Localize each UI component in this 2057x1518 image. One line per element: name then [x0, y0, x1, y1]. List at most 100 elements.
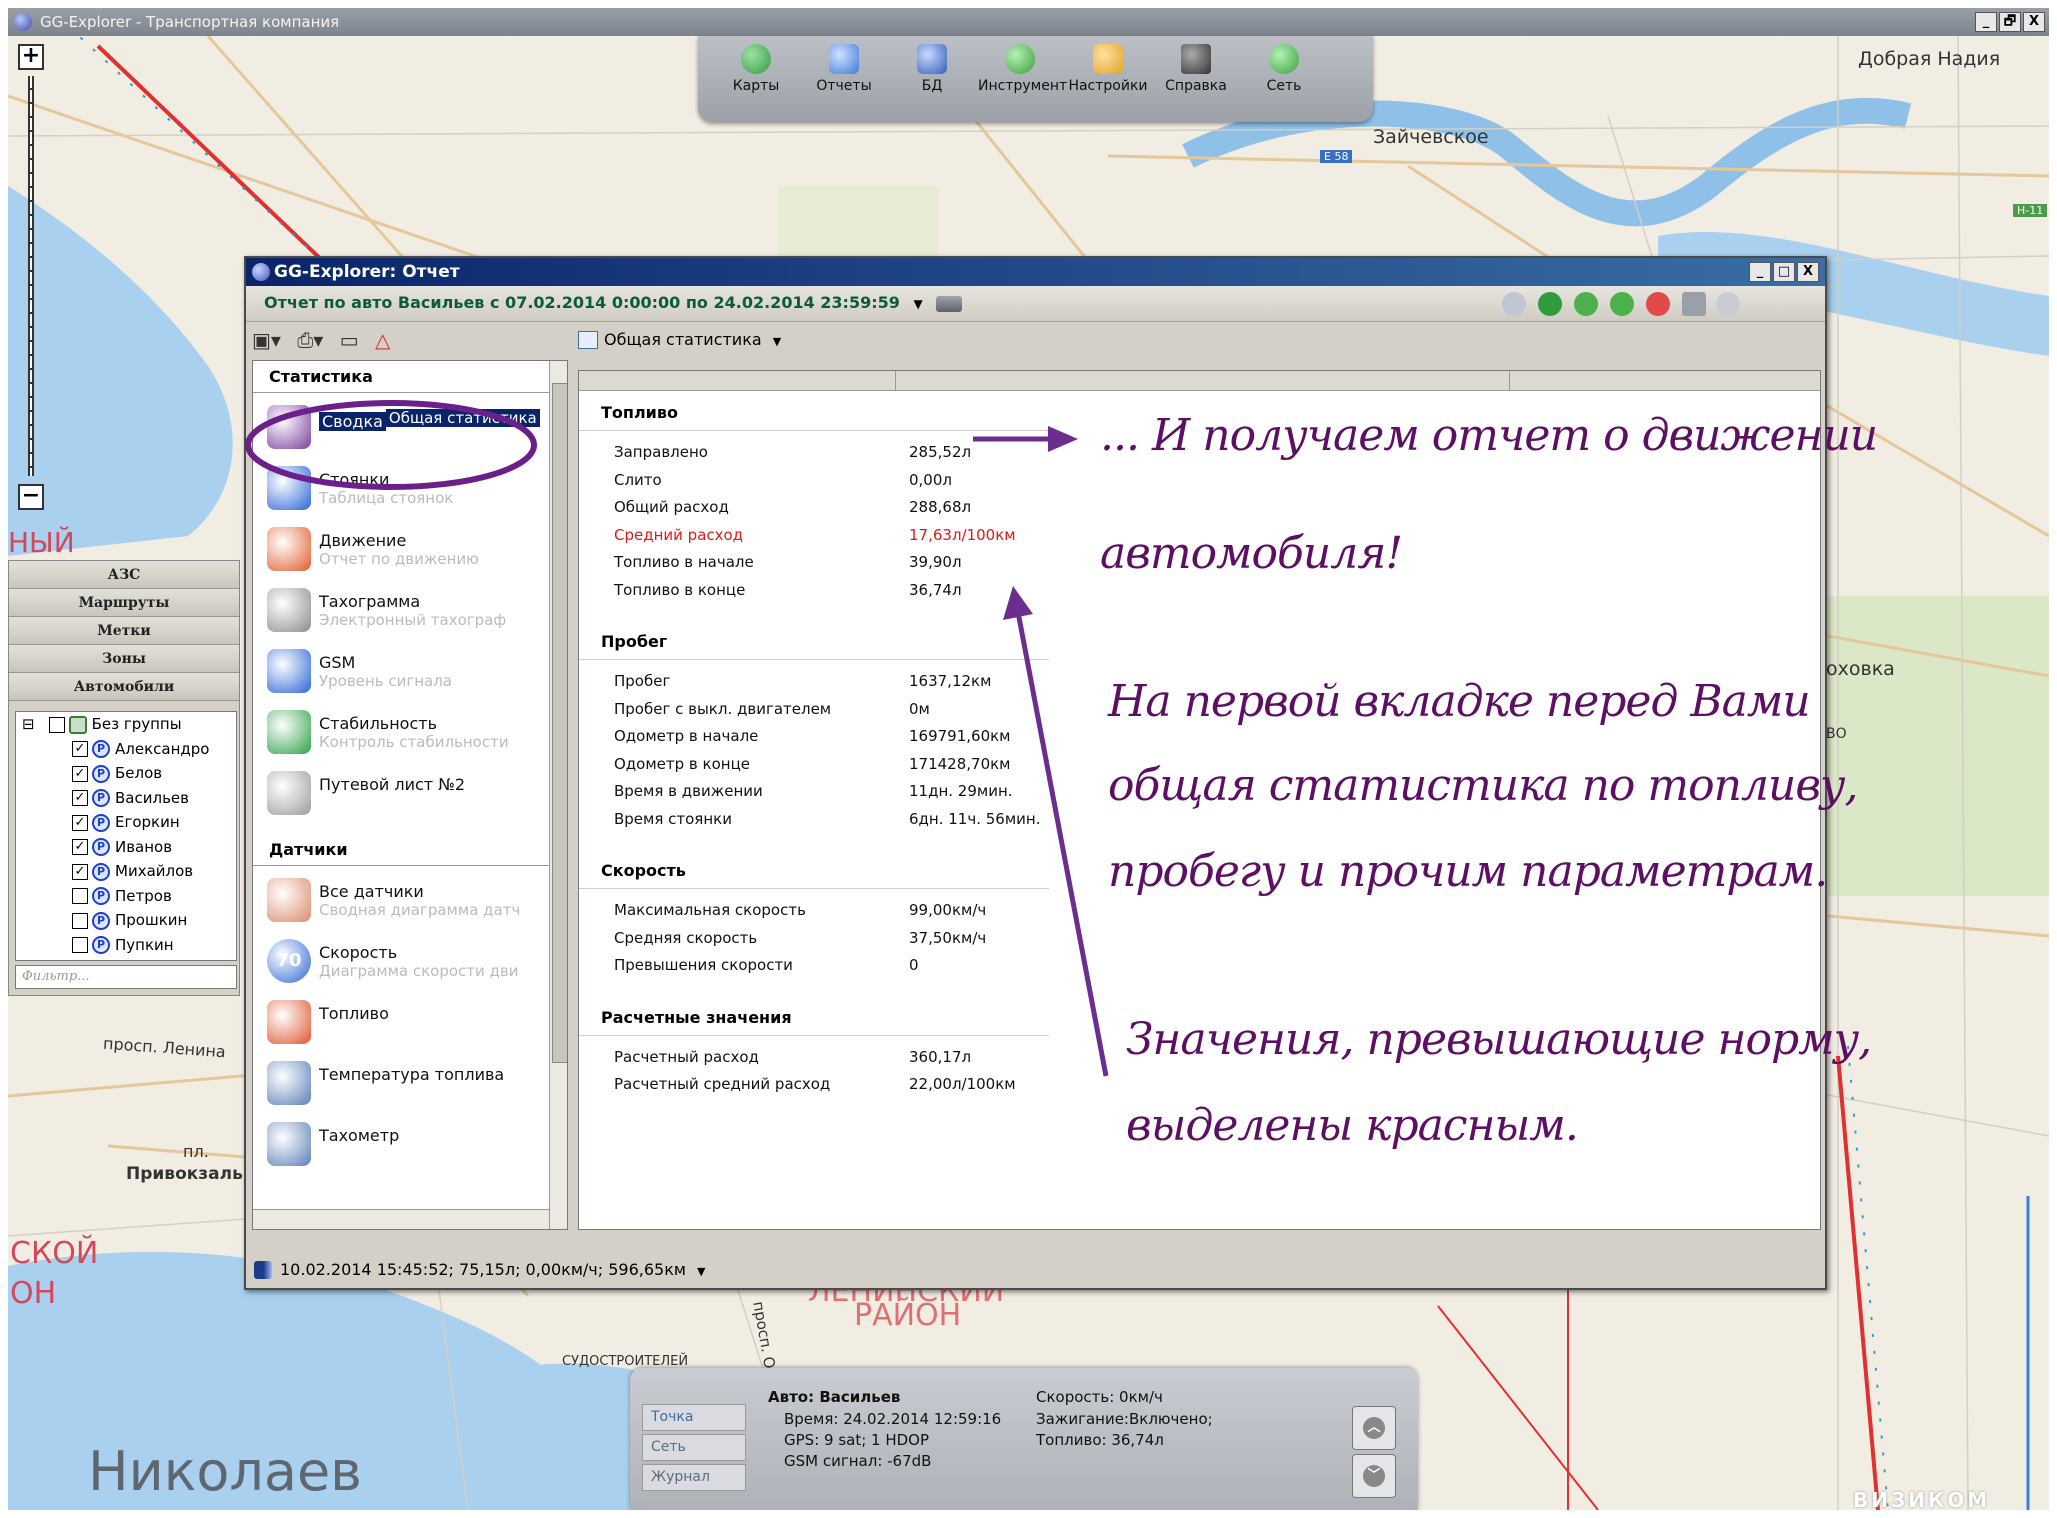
report-type-title: Движение	[319, 531, 407, 550]
status-text[interactable]: 10.02.2014 15:45:52; 75,15л; 0,00км/ч; 5…	[280, 1260, 686, 1279]
minimize-button[interactable]: _	[1975, 12, 1997, 32]
zoom-out-button[interactable]: −	[18, 484, 44, 510]
report-type-item[interactable]: Стабильность Контроль стабильности	[253, 704, 567, 765]
checkbox[interactable]	[72, 937, 88, 953]
vertical-scrollbar[interactable]	[549, 361, 567, 1229]
close-button[interactable]: X	[1797, 262, 1819, 282]
filter-input[interactable]: Фильтр...	[15, 965, 237, 989]
check-icon[interactable]	[1716, 292, 1740, 316]
toolbar-tools-button[interactable]: Инструмент	[978, 44, 1067, 94]
annotation-text-2: автомобиля!	[1100, 528, 1403, 579]
tree-item[interactable]: ✓ P Егоркин	[16, 810, 236, 835]
checkbox[interactable]	[72, 912, 88, 929]
toolbar-network-button[interactable]: Сеть	[1242, 44, 1326, 94]
stats-value: 0,00л	[909, 470, 952, 489]
minimize-button[interactable]: _	[1749, 262, 1771, 282]
toolbar-maps-button[interactable]: Карты	[714, 44, 798, 94]
checkbox[interactable]: ✓	[72, 814, 88, 831]
report-type-title: Все датчики	[319, 882, 424, 901]
checkbox[interactable]: ✓	[72, 790, 88, 806]
tree-item[interactable]: ✓ P Александро	[16, 737, 236, 762]
side-button-marks[interactable]: Метки	[9, 617, 239, 645]
toolbar-db-button[interactable]: БД	[890, 44, 974, 94]
checkbox[interactable]: ✓	[72, 839, 88, 855]
tree-item[interactable]: ✓ P Иванов	[16, 835, 236, 860]
report-type-subtitle: Общая статистика	[385, 409, 540, 427]
report-type-subtitle: Отчет по движению	[319, 550, 479, 568]
scroll-up-button[interactable]: ︿	[1352, 1406, 1396, 1450]
scroll-down-button[interactable]: ﹀	[1352, 1454, 1396, 1498]
checkbox[interactable]: ✓	[72, 765, 88, 782]
toolbar-settings-button[interactable]: Настройки	[1066, 44, 1150, 94]
report-type-item[interactable]: Все датчики Сводная диаграмма датч	[253, 872, 567, 933]
tree-item[interactable]: P Пупкин	[16, 933, 236, 958]
tree-item[interactable]: ✓ P Васильев	[16, 786, 236, 811]
annotation-text-7: выделены красным.	[1126, 1100, 1579, 1151]
triangle-icon[interactable]: △	[375, 328, 390, 352]
report-tab-select[interactable]: Общая статистика ▼	[576, 326, 781, 354]
side-button-zones[interactable]: Зоны	[9, 645, 239, 673]
truck-icon[interactable]	[936, 295, 963, 312]
all-sensors-icon	[267, 878, 311, 922]
checkbox[interactable]: ✓	[72, 863, 88, 880]
checkbox[interactable]: ✓	[72, 741, 88, 757]
stats-section-title: Скорость	[579, 849, 1049, 889]
view-menu-icon[interactable]: ▣▾	[252, 328, 281, 352]
settings-grid-icon[interactable]	[1682, 292, 1706, 316]
toolbar-help-button[interactable]: Справка	[1154, 44, 1238, 94]
report-type-item[interactable]: 70 Скорость Диаграмма скорости дви	[253, 933, 567, 994]
chevron-down-icon[interactable]: ▼	[913, 297, 922, 311]
column-header	[579, 371, 1820, 391]
info-tab-network[interactable]: Сеть	[642, 1434, 746, 1461]
report-type-item[interactable]: Температура топлива	[253, 1055, 567, 1116]
report-window-title-bar[interactable]: GG-Explorer: Отчет _ □ X	[246, 258, 1825, 286]
report-type-item[interactable]: Тахометр	[253, 1116, 567, 1177]
tree-item[interactable]: ✓ P Михайлов	[16, 859, 236, 884]
report-type-item[interactable]: Тахограмма Электронный тахограф	[253, 582, 567, 643]
info-tab-log[interactable]: Журнал	[642, 1464, 746, 1491]
checkbox[interactable]	[72, 888, 88, 904]
cancel-icon[interactable]	[1646, 292, 1670, 316]
report-subtitle[interactable]: Отчет по авто Васильев с 07.02.2014 0:00…	[264, 293, 900, 312]
binoculars-icon[interactable]	[1502, 292, 1526, 316]
collapse-icon[interactable]: ⊟	[22, 715, 35, 733]
stats-value: 37,50км/ч	[909, 928, 987, 947]
restore-button[interactable]: 🗗	[1999, 12, 2021, 32]
printer-icon[interactable]: ⎙▾	[297, 328, 323, 352]
info-tab-point[interactable]: Точка	[642, 1404, 746, 1431]
stats-value: 1637,12км	[909, 672, 992, 690]
toolbar-reports-button[interactable]: Отчеты	[802, 44, 886, 94]
horizontal-scrollbar[interactable]	[253, 1209, 549, 1229]
report-type-item[interactable]: Движение Отчет по движению	[253, 521, 567, 582]
app-title-bar[interactable]: GG-Explorer - Транспортная компания _ 🗗 …	[8, 8, 2049, 36]
side-button-routes[interactable]: Маршруты	[9, 589, 239, 617]
report-type-item[interactable]: Топливо	[253, 994, 567, 1055]
checkbox[interactable]	[48, 716, 65, 733]
zoom-in-button[interactable]: +	[18, 44, 44, 70]
toolbar-label: Настройки	[1068, 78, 1148, 94]
report-type-item[interactable]: GSM Уровень сигнала	[253, 643, 567, 704]
chevron-down-icon[interactable]: ▼	[697, 1265, 705, 1278]
arrow-left-icon[interactable]	[1574, 292, 1598, 316]
stats-row: Общий расход 288,68л	[579, 498, 1820, 526]
tree-item[interactable]: ⊟ Без группы	[16, 712, 236, 737]
vehicle-icon: P	[92, 813, 110, 832]
report-type-item[interactable]: Путевой лист №2	[253, 765, 567, 826]
report-type-item[interactable]: Стоянки Таблица стоянок	[253, 460, 567, 521]
zoom-slider[interactable]	[28, 76, 34, 476]
close-button[interactable]: X	[2023, 12, 2045, 32]
side-button-cars[interactable]: Автомобили	[9, 673, 239, 701]
arrow-right-icon[interactable]	[1610, 292, 1634, 316]
tree-item[interactable]: ✓ P Белов	[16, 761, 236, 786]
page-icon[interactable]: ▭	[340, 328, 359, 352]
refresh-icon[interactable]	[1538, 292, 1562, 316]
side-button-azs[interactable]: АЗС	[9, 561, 239, 589]
group-icon	[68, 715, 87, 734]
report-type-item[interactable]: Сводка Общая статистика	[253, 399, 567, 460]
chevron-down-icon: ﹀	[1363, 1465, 1385, 1487]
maximize-button[interactable]: □	[1773, 262, 1795, 282]
tree-item[interactable]: P Прошкин	[16, 908, 236, 933]
tree-item-label: Петров	[115, 886, 172, 905]
tree-item[interactable]: P Петров	[16, 884, 236, 909]
playback-icon[interactable]	[254, 1261, 272, 1279]
